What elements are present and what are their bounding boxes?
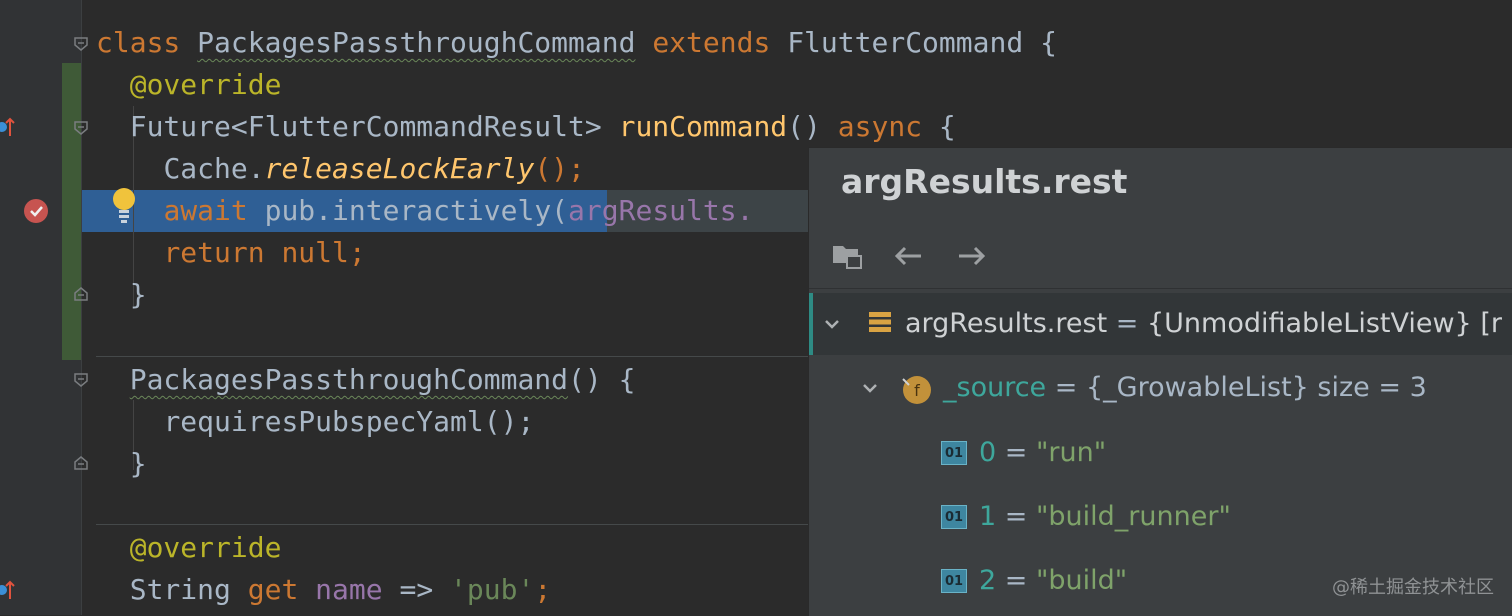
- popup-title: argResults.rest: [841, 162, 1128, 201]
- code-line-9: requiresPubspecYaml();: [163, 405, 535, 438]
- open-in-panel-icon[interactable]: [829, 236, 869, 276]
- method-separator: [96, 524, 816, 525]
- vcs-change-marker[interactable]: [62, 63, 82, 360]
- tree-row-source[interactable]: _source = {_GrowableList} size = 3: [943, 368, 1427, 408]
- tree-row-item-2[interactable]: 2 = "build": [979, 561, 1127, 601]
- breakpoint-icon[interactable]: [22, 197, 50, 225]
- code-line-3: Future<FlutterCommandResult> runCommand(…: [129, 110, 956, 143]
- code-line-1: class PackagesPassthroughCommand extends…: [96, 26, 1057, 59]
- code-line-5: await pub.interactively(argResults.: [163, 194, 754, 227]
- arrow-right-icon[interactable]: [951, 236, 991, 276]
- tree-row-item-0[interactable]: 0 = "run": [979, 433, 1106, 473]
- chevron-down-icon[interactable]: [859, 377, 881, 399]
- code-line-10: }: [129, 447, 147, 480]
- code-line-4: Cache.releaseLockEarly();: [163, 152, 585, 185]
- override-method-icon[interactable]: [0, 577, 16, 603]
- list-element-icon: 01: [941, 569, 967, 593]
- quick-evaluate-popup[interactable]: argResults.rest argResults.rest = {Unmod…: [808, 147, 1512, 616]
- tree-row-root[interactable]: argResults.rest = {UnmodifiableListView}…: [905, 304, 1502, 344]
- watermark: @稀土掘金技术社区: [1332, 577, 1494, 598]
- svg-text:f: f: [914, 381, 920, 400]
- code-line-2: @override: [129, 68, 282, 101]
- list-element-icon: 01: [941, 505, 967, 529]
- tree-row-item-1[interactable]: 1 = "build_runner": [979, 497, 1231, 537]
- arrow-left-icon[interactable]: [889, 236, 929, 276]
- list-icon: [869, 312, 891, 332]
- toolbar-separator: [809, 288, 1512, 289]
- field-icon: f: [901, 373, 933, 405]
- code-line-8: PackagesPassthroughCommand() {: [129, 363, 636, 396]
- list-element-icon: 01: [941, 441, 967, 465]
- code-line-7: }: [129, 278, 147, 311]
- chevron-down-icon[interactable]: [821, 313, 843, 335]
- method-separator: [96, 356, 816, 357]
- code-line-12: String get name => 'pub';: [129, 573, 552, 606]
- override-method-icon[interactable]: [0, 114, 16, 140]
- code-line-6: return null;: [163, 236, 366, 269]
- code-line-11: @override: [129, 531, 282, 564]
